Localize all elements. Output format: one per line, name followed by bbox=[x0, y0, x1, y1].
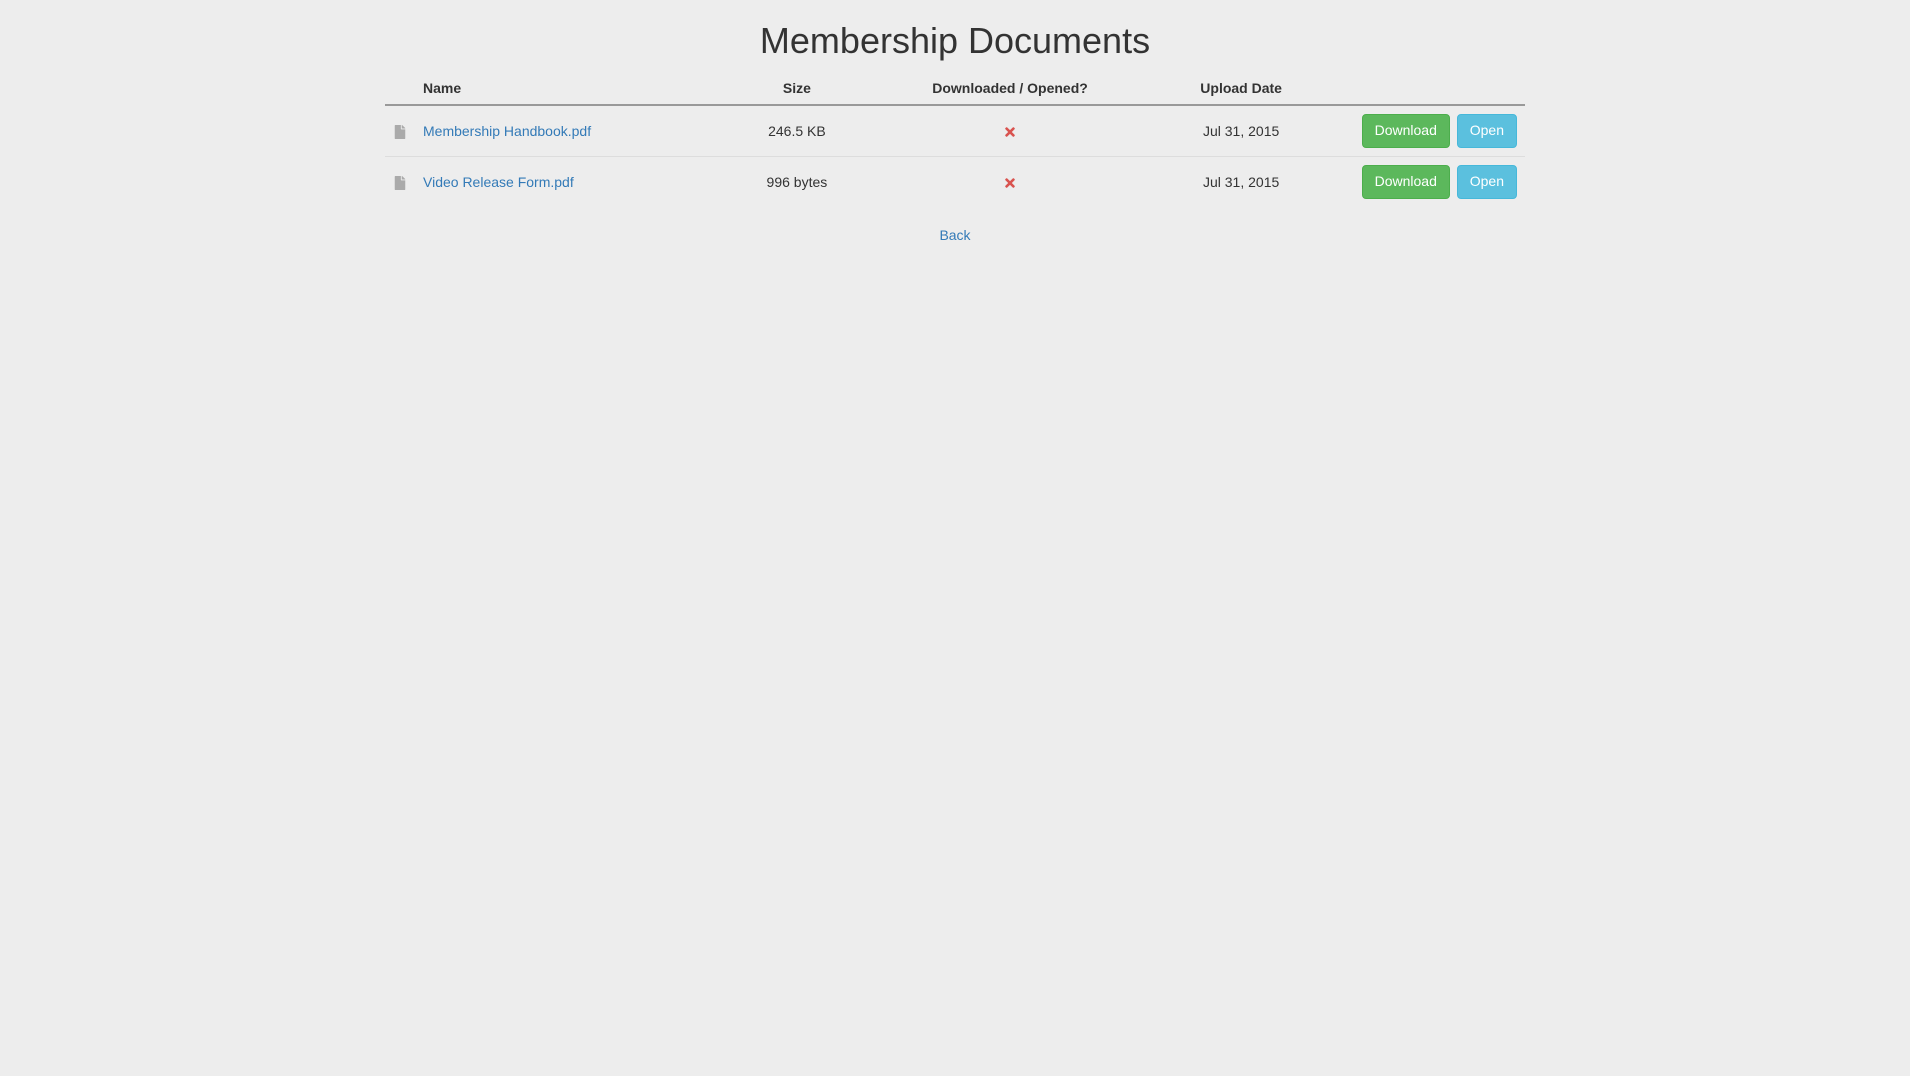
documents-table: Name Size Downloaded / Opened? Upload Da… bbox=[385, 72, 1525, 207]
table-row: Video Release Form.pdf 996 bytes Jul 31,… bbox=[385, 156, 1525, 206]
file-icon bbox=[393, 174, 407, 190]
table-header-size: Size bbox=[731, 72, 863, 105]
table-header-name: Name bbox=[415, 72, 731, 105]
file-name-link[interactable]: Video Release Form.pdf bbox=[423, 174, 574, 190]
cross-icon bbox=[1003, 174, 1017, 190]
open-button[interactable]: Open bbox=[1457, 114, 1517, 148]
table-row: Membership Handbook.pdf 246.5 KB Jul 31,… bbox=[385, 105, 1525, 156]
table-header-actions bbox=[1325, 72, 1525, 105]
table-header-downloaded: Downloaded / Opened? bbox=[863, 72, 1158, 105]
file-size: 996 bytes bbox=[731, 156, 863, 206]
table-header-upload-date: Upload Date bbox=[1157, 72, 1325, 105]
file-icon bbox=[393, 123, 407, 139]
download-button[interactable]: Download bbox=[1362, 165, 1450, 199]
file-size: 246.5 KB bbox=[731, 105, 863, 156]
page-title: Membership Documents bbox=[385, 20, 1525, 62]
back-link[interactable]: Back bbox=[385, 227, 1525, 243]
download-button[interactable]: Download bbox=[1362, 114, 1450, 148]
open-button[interactable]: Open bbox=[1457, 165, 1517, 199]
upload-date: Jul 31, 2015 bbox=[1157, 156, 1325, 206]
cross-icon bbox=[1003, 123, 1017, 139]
upload-date: Jul 31, 2015 bbox=[1157, 105, 1325, 156]
file-name-link[interactable]: Membership Handbook.pdf bbox=[423, 123, 591, 139]
table-header-icon bbox=[385, 72, 415, 105]
